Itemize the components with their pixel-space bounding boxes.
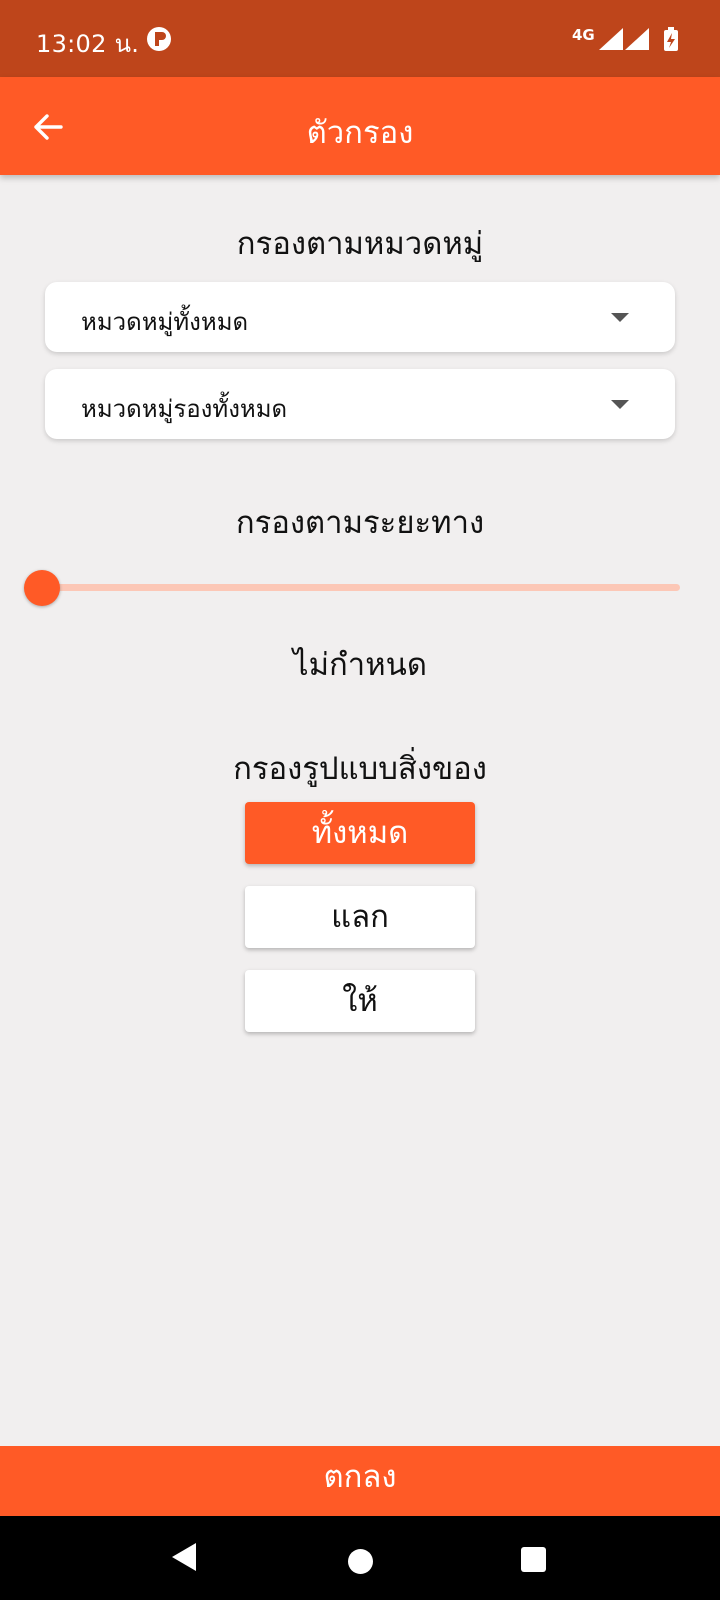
status-time: 13:02 น. bbox=[36, 30, 140, 58]
caret-down-icon bbox=[611, 313, 629, 322]
app-bar: ตัวกรอง bbox=[0, 77, 720, 175]
slider-thumb[interactable] bbox=[24, 570, 60, 606]
slider-track bbox=[42, 584, 680, 591]
signal-icon bbox=[625, 28, 649, 50]
type-all-button[interactable]: ทั้งหมด bbox=[245, 802, 475, 864]
page-title: ตัวกรอง bbox=[306, 115, 414, 151]
sub-category-dropdown[interactable]: หมวดหมู่รองทั้งหมด bbox=[45, 369, 675, 439]
network-type-label: 4G bbox=[572, 26, 595, 44]
distance-value-label: ไม่กำหนด bbox=[293, 647, 427, 683]
signal-icon bbox=[599, 28, 623, 50]
battery-charging-icon bbox=[664, 27, 678, 51]
confirm-button[interactable]: ตกลง bbox=[0, 1446, 720, 1516]
nav-recents-icon[interactable] bbox=[521, 1547, 546, 1572]
type-filter-title: กรองรูปแบบสิ่งของ bbox=[233, 751, 487, 787]
sub-category-value: หมวดหมู่รองทั้งหมด bbox=[81, 395, 288, 423]
status-icons: 4G bbox=[572, 24, 682, 52]
main-category-dropdown[interactable]: หมวดหมู่ทั้งหมด bbox=[45, 282, 675, 352]
caret-down-icon bbox=[611, 400, 629, 409]
status-bar: 13:02 น. 4G bbox=[0, 0, 720, 77]
type-give-button[interactable]: ให้ bbox=[245, 970, 475, 1032]
type-exchange-button[interactable]: แลก bbox=[245, 886, 475, 948]
nav-home-icon[interactable] bbox=[348, 1549, 373, 1574]
main-category-value: หมวดหมู่ทั้งหมด bbox=[81, 308, 249, 336]
app-notification-icon bbox=[147, 27, 171, 51]
category-filter-title: กรองตามหมวดหมู่ bbox=[236, 226, 484, 262]
distance-slider[interactable] bbox=[24, 568, 680, 608]
distance-filter-title: กรองตามระยะทาง bbox=[235, 505, 485, 541]
nav-back-icon[interactable] bbox=[170, 1542, 198, 1572]
system-nav-bar bbox=[0, 1516, 720, 1600]
